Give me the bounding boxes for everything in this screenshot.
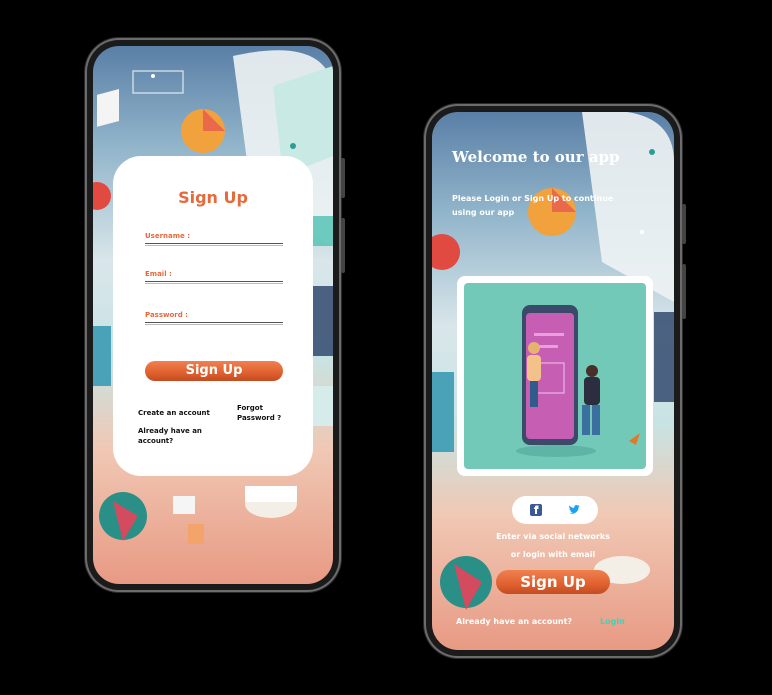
email-label: Email :: [145, 270, 172, 278]
social-hint-line2: or login with email: [510, 550, 596, 559]
forgot-password-link[interactable]: Forgot Password ?: [237, 403, 291, 423]
side-button: [341, 158, 345, 198]
username-input[interactable]: [145, 243, 283, 246]
side-button: [682, 264, 686, 319]
create-account-link[interactable]: Create an account: [138, 408, 210, 418]
facebook-icon[interactable]: [530, 504, 542, 516]
phone-frame-signup: Sign Up Username : Email : Password : Si…: [85, 38, 345, 592]
already-have-account-link[interactable]: Already have an account?: [138, 426, 218, 446]
signup-screen: Sign Up Username : Email : Password : Si…: [93, 46, 333, 584]
phone-people-illustration: [516, 305, 640, 457]
phone-frame-welcome: Welcome to our app Please Login or Sign …: [424, 104, 686, 658]
email-input[interactable]: [145, 281, 283, 284]
welcome-subtitle: Please Login or Sign Up to continue usin…: [452, 194, 614, 217]
welcome-signup-button[interactable]: Sign Up: [496, 570, 610, 594]
signup-button[interactable]: Sign Up: [145, 361, 283, 381]
username-label: Username :: [145, 232, 191, 240]
side-button: [682, 204, 686, 244]
social-hint-line1: Enter via social networks: [496, 532, 610, 541]
social-login-buttons: [512, 496, 598, 524]
hero-illustration: [464, 283, 646, 469]
welcome-title: Welcome to our app: [452, 148, 620, 166]
already-have-account-text: Already have an account?: [456, 617, 573, 626]
hero-image-frame: [457, 276, 653, 476]
signup-card: Sign Up Username : Email : Password : Si…: [113, 156, 313, 476]
login-link[interactable]: Login: [600, 617, 625, 626]
signup-title: Sign Up: [178, 188, 248, 207]
welcome-screen: Welcome to our app Please Login or Sign …: [432, 112, 674, 650]
password-input[interactable]: [145, 322, 283, 325]
password-label: Password :: [145, 311, 188, 319]
side-button: [341, 218, 345, 273]
twitter-icon[interactable]: [568, 504, 580, 516]
